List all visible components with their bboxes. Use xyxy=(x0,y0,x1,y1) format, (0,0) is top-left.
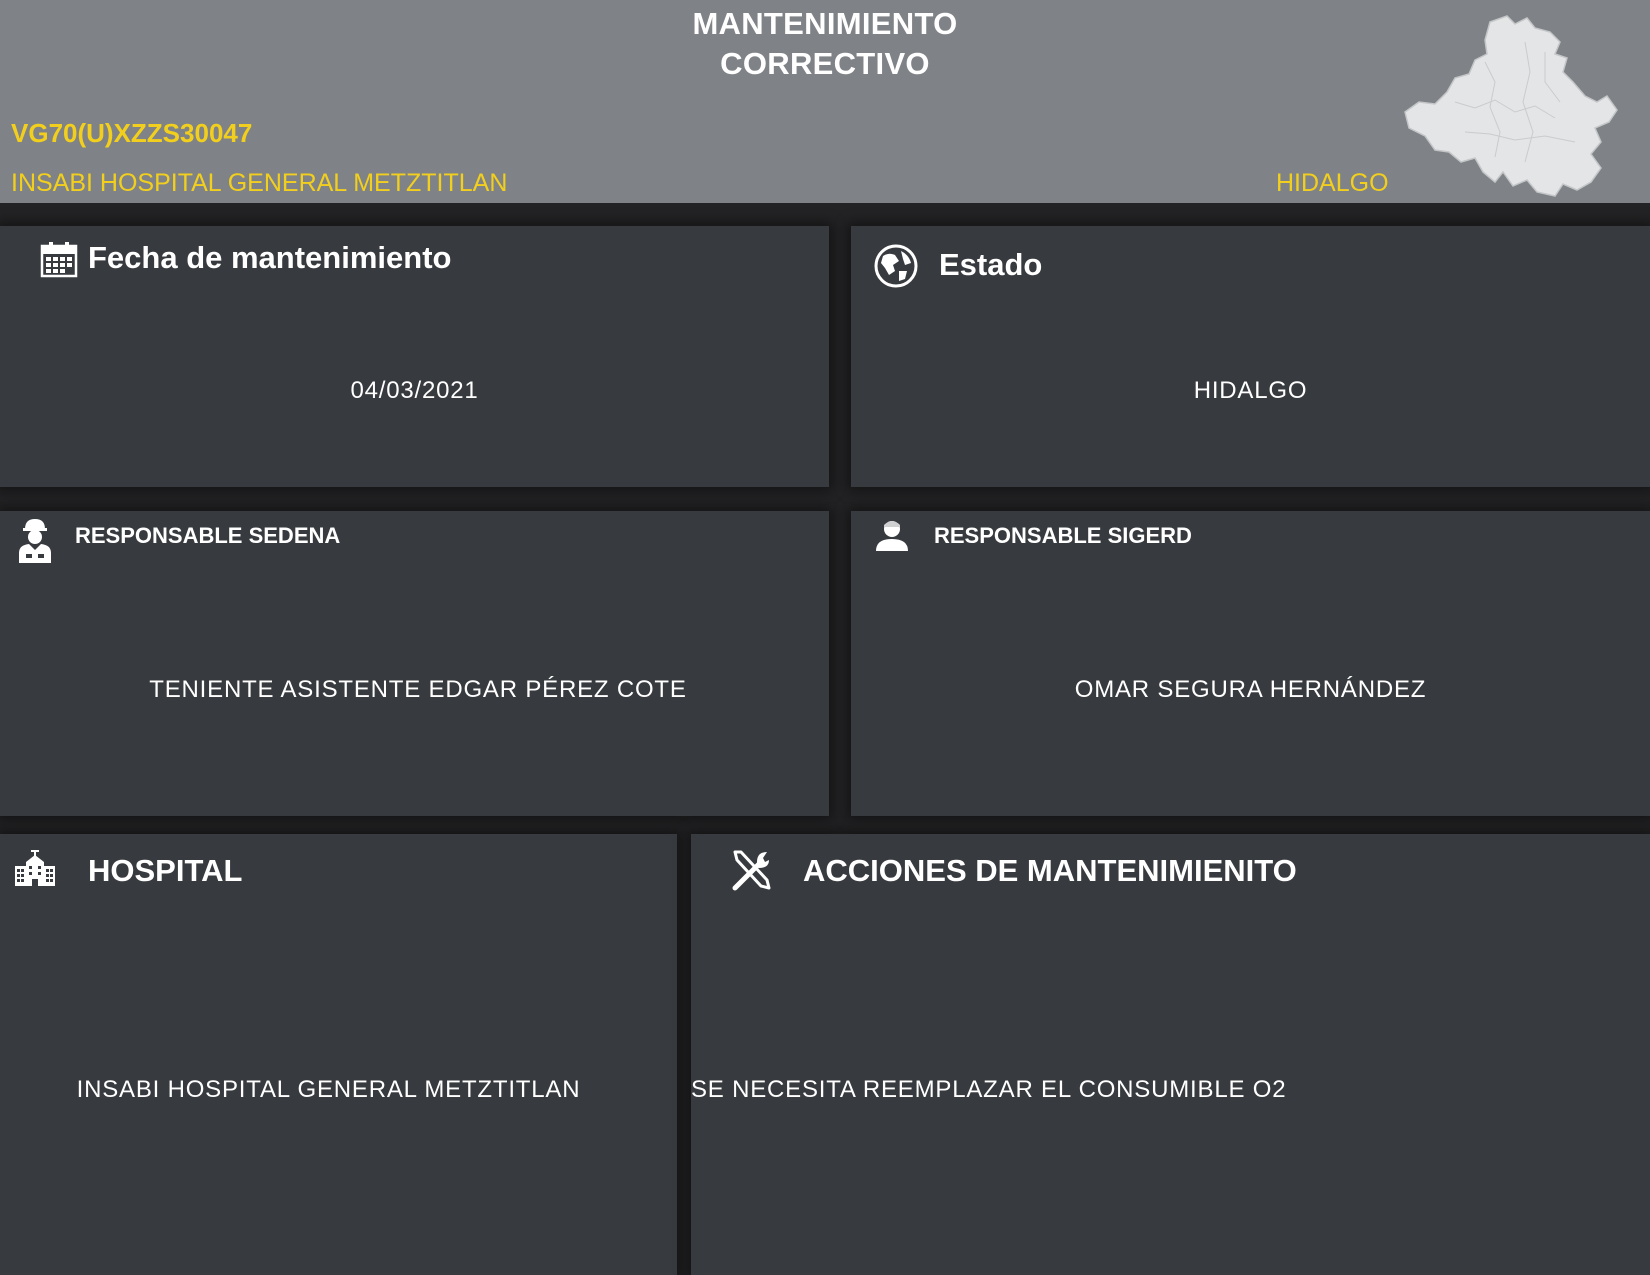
hospital-title: HOSPITAL xyxy=(88,853,243,888)
calendar-icon xyxy=(40,242,78,278)
globe-icon xyxy=(874,244,918,288)
estado-value: HIDALGO xyxy=(1193,377,1308,404)
acciones-card: ACCIONES DE MANTENIMIENITO SE NECESITA R… xyxy=(691,834,1650,1275)
fecha-value: 04/03/2021 xyxy=(350,377,479,404)
estado-card: Estado HIDALGO xyxy=(851,226,1650,487)
soldier-icon xyxy=(19,519,51,563)
header-hospital-name: INSABI HOSPITAL GENERAL METZTITLAN xyxy=(11,169,508,197)
acciones-title: ACCIONES DE MANTENIMIENITO xyxy=(803,853,1297,888)
sigerd-card: RESPONSABLE SIGERD OMAR SEGURA HERNÁNDEZ xyxy=(851,511,1650,816)
estado-title: Estado xyxy=(939,247,1043,282)
sedena-value: TENIENTE ASISTENTE EDGAR PÉREZ COTE xyxy=(149,676,687,703)
user-icon xyxy=(876,521,908,551)
sedena-card: RESPONSABLE SEDENA TENIENTE ASISTENTE ED… xyxy=(0,511,829,816)
fecha-title: Fecha de mantenimiento xyxy=(88,240,452,275)
header: MANTENIMIENTO CORRECTIVO VG70(U)XZZS3004… xyxy=(0,0,1650,203)
header-state-name: HIDALGO xyxy=(1276,169,1389,197)
equipment-code: VG70(U)XZZS30047 xyxy=(11,118,253,148)
hospital-card: HOSPITAL INSABI HOSPITAL GENERAL METZTIT… xyxy=(0,834,677,1275)
sedena-title: RESPONSABLE SEDENA xyxy=(75,523,341,548)
sigerd-value: OMAR SEGURA HERNÁNDEZ xyxy=(1074,676,1427,703)
hospital-value: INSABI HOSPITAL GENERAL METZTITLAN xyxy=(76,1076,581,1103)
sigerd-title: RESPONSABLE SIGERD xyxy=(934,523,1192,548)
acciones-value: SE NECESITA REEMPLAZAR EL CONSUMIBLE O2 xyxy=(691,1076,1287,1103)
state-map-icon xyxy=(1404,15,1618,197)
tools-icon xyxy=(732,850,771,891)
hospital-icon xyxy=(15,850,55,886)
fecha-card: Fecha de mantenimiento 04/03/2021 xyxy=(0,226,829,487)
